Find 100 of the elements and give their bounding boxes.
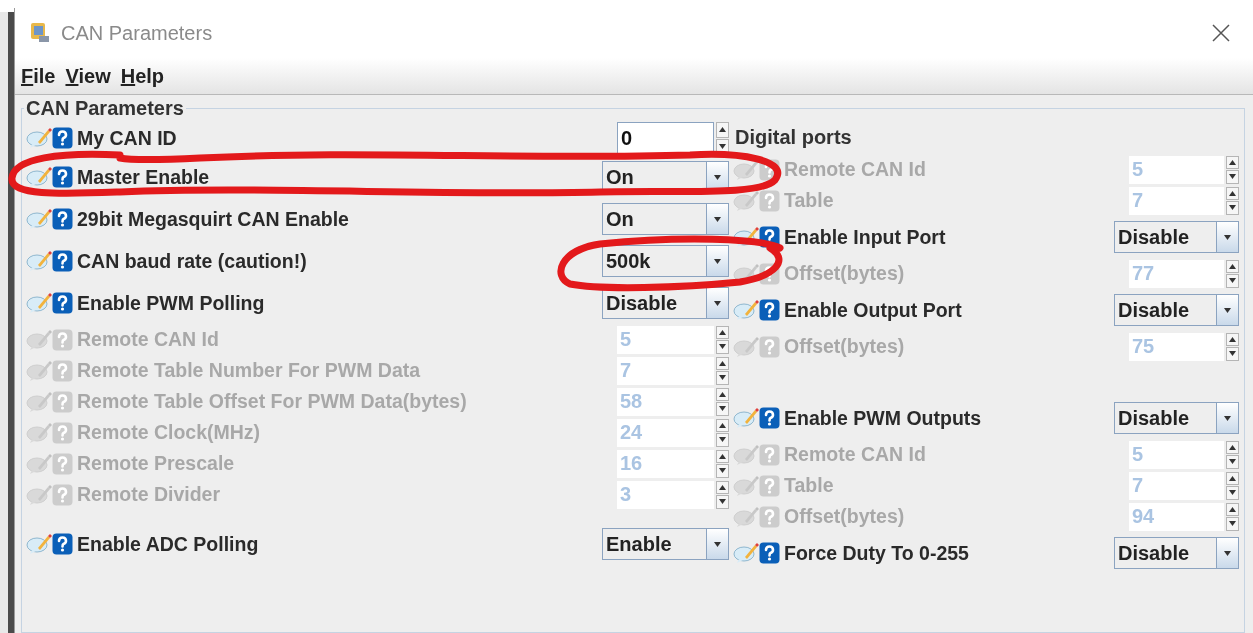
down-arrow-icon bbox=[719, 406, 726, 412]
down-arrow-icon bbox=[1224, 415, 1231, 421]
help-icon[interactable] bbox=[52, 127, 73, 149]
dropdown[interactable]: Disable bbox=[602, 287, 729, 319]
parameter-label: Enable Output Port bbox=[784, 298, 963, 322]
spin-up-button[interactable] bbox=[716, 418, 729, 432]
edit-note-icon bbox=[26, 166, 52, 188]
edit-note-icon bbox=[26, 452, 52, 475]
number-field[interactable]: 0 bbox=[617, 122, 714, 154]
help-icon[interactable] bbox=[52, 166, 73, 188]
menu-item[interactable]: View bbox=[65, 64, 111, 88]
edit-note-icon bbox=[733, 474, 759, 497]
dropdown[interactable]: Disable bbox=[1114, 294, 1239, 326]
up-arrow-icon bbox=[1229, 159, 1236, 165]
dropdown[interactable]: Disable bbox=[1114, 537, 1239, 569]
parameter-label: Offset(bytes) bbox=[784, 335, 906, 358]
spin-up-button[interactable] bbox=[1226, 471, 1239, 485]
down-arrow-icon bbox=[1229, 459, 1236, 465]
spin-down-button[interactable] bbox=[1226, 517, 1239, 531]
edit-note-icon bbox=[733, 407, 759, 429]
down-arrow-icon bbox=[714, 541, 721, 547]
spin-down-button[interactable] bbox=[1226, 486, 1239, 500]
edit-note-icon bbox=[26, 208, 52, 230]
edit-note-icon bbox=[733, 505, 759, 528]
parameter-label: Remote Clock(MHz) bbox=[77, 421, 262, 444]
down-arrow-icon bbox=[1224, 234, 1231, 240]
window-title: CAN Parameters bbox=[61, 21, 214, 45]
spin-up-button[interactable] bbox=[1226, 502, 1239, 516]
edit-note-icon bbox=[26, 359, 52, 382]
up-arrow-icon bbox=[1229, 506, 1236, 512]
spin-down-button[interactable] bbox=[1226, 455, 1239, 469]
spin-up-button[interactable] bbox=[1226, 186, 1239, 200]
edit-note-icon bbox=[26, 127, 52, 149]
edit-note-icon bbox=[26, 533, 52, 555]
dropdown[interactable]: Disable bbox=[1114, 221, 1239, 253]
help-icon[interactable] bbox=[52, 533, 73, 555]
spin-up-button[interactable] bbox=[1226, 259, 1239, 273]
spin-down-button[interactable] bbox=[716, 340, 729, 354]
edit-note-icon bbox=[26, 328, 52, 351]
spin-down-button[interactable] bbox=[716, 495, 729, 509]
up-arrow-icon bbox=[719, 484, 726, 490]
edit-note-icon bbox=[26, 250, 52, 272]
up-arrow-icon bbox=[1229, 263, 1236, 269]
down-arrow-icon bbox=[1224, 307, 1231, 313]
down-arrow-icon bbox=[719, 499, 726, 505]
parameter-label: Remote Table Number For PWM Data bbox=[77, 359, 422, 382]
spin-down-button[interactable] bbox=[716, 464, 729, 478]
down-arrow-icon bbox=[1229, 521, 1236, 527]
down-arrow-icon bbox=[1229, 174, 1236, 180]
help-icon[interactable] bbox=[52, 292, 73, 314]
help-icon[interactable] bbox=[52, 250, 73, 272]
spin-up-button[interactable] bbox=[716, 480, 729, 494]
close-icon bbox=[1211, 23, 1231, 43]
parameter-label: My CAN ID bbox=[77, 126, 178, 150]
spin-up-button[interactable] bbox=[716, 356, 729, 370]
down-arrow-icon bbox=[719, 375, 726, 381]
parameter-label: Enable Input Port bbox=[784, 225, 947, 249]
spin-down-button[interactable] bbox=[716, 371, 729, 385]
edit-note-icon bbox=[733, 226, 759, 248]
spin-up-button[interactable] bbox=[1226, 440, 1239, 454]
spin-down-button[interactable] bbox=[1226, 347, 1239, 361]
up-arrow-icon bbox=[719, 391, 726, 397]
menu-item[interactable]: Help bbox=[120, 64, 165, 88]
down-arrow-icon bbox=[1229, 278, 1236, 284]
spin-up-button[interactable] bbox=[1226, 155, 1239, 169]
spin-down-button[interactable] bbox=[716, 402, 729, 416]
parameter-label: Force Duty To 0-255 bbox=[784, 541, 970, 565]
spin-up-button[interactable] bbox=[1226, 332, 1239, 346]
spin-down-button[interactable] bbox=[1226, 274, 1239, 288]
up-arrow-icon bbox=[719, 360, 726, 366]
help-icon[interactable] bbox=[759, 407, 780, 429]
down-arrow-icon bbox=[719, 468, 726, 474]
spin-up-button[interactable] bbox=[716, 449, 729, 463]
parameter-label: Master Enable bbox=[77, 165, 211, 189]
help-icon[interactable] bbox=[52, 208, 73, 230]
parameter-label: Offset(bytes) bbox=[784, 505, 906, 528]
dropdown[interactable]: 500k bbox=[602, 245, 729, 277]
parameter-label: CAN baud rate (caution!) bbox=[77, 249, 308, 273]
down-arrow-icon bbox=[1229, 490, 1236, 496]
spin-down-button[interactable] bbox=[1226, 170, 1239, 184]
parameter-label: Remote CAN Id bbox=[784, 158, 927, 181]
down-arrow-icon bbox=[714, 258, 721, 264]
spin-down-button[interactable] bbox=[1226, 201, 1239, 215]
down-arrow-icon bbox=[719, 143, 726, 149]
spin-down-button[interactable] bbox=[716, 433, 729, 447]
spin-up-button[interactable] bbox=[716, 325, 729, 339]
parameter-label: Enable PWM Polling bbox=[77, 291, 266, 315]
help-icon[interactable] bbox=[759, 542, 780, 564]
menu-item[interactable]: File bbox=[21, 64, 56, 88]
dropdown[interactable]: On bbox=[602, 203, 729, 235]
down-arrow-icon bbox=[719, 437, 726, 443]
dropdown[interactable]: Disable bbox=[1114, 402, 1239, 434]
parameter-label: Remote Divider bbox=[77, 483, 222, 506]
down-arrow-icon bbox=[1229, 351, 1236, 357]
spin-up-button[interactable] bbox=[716, 387, 729, 401]
edit-note-icon bbox=[733, 189, 759, 212]
up-arrow-icon bbox=[719, 127, 726, 133]
help-icon[interactable] bbox=[759, 299, 780, 321]
dropdown[interactable]: Enable bbox=[602, 528, 729, 560]
spin-up-button[interactable] bbox=[716, 122, 729, 138]
